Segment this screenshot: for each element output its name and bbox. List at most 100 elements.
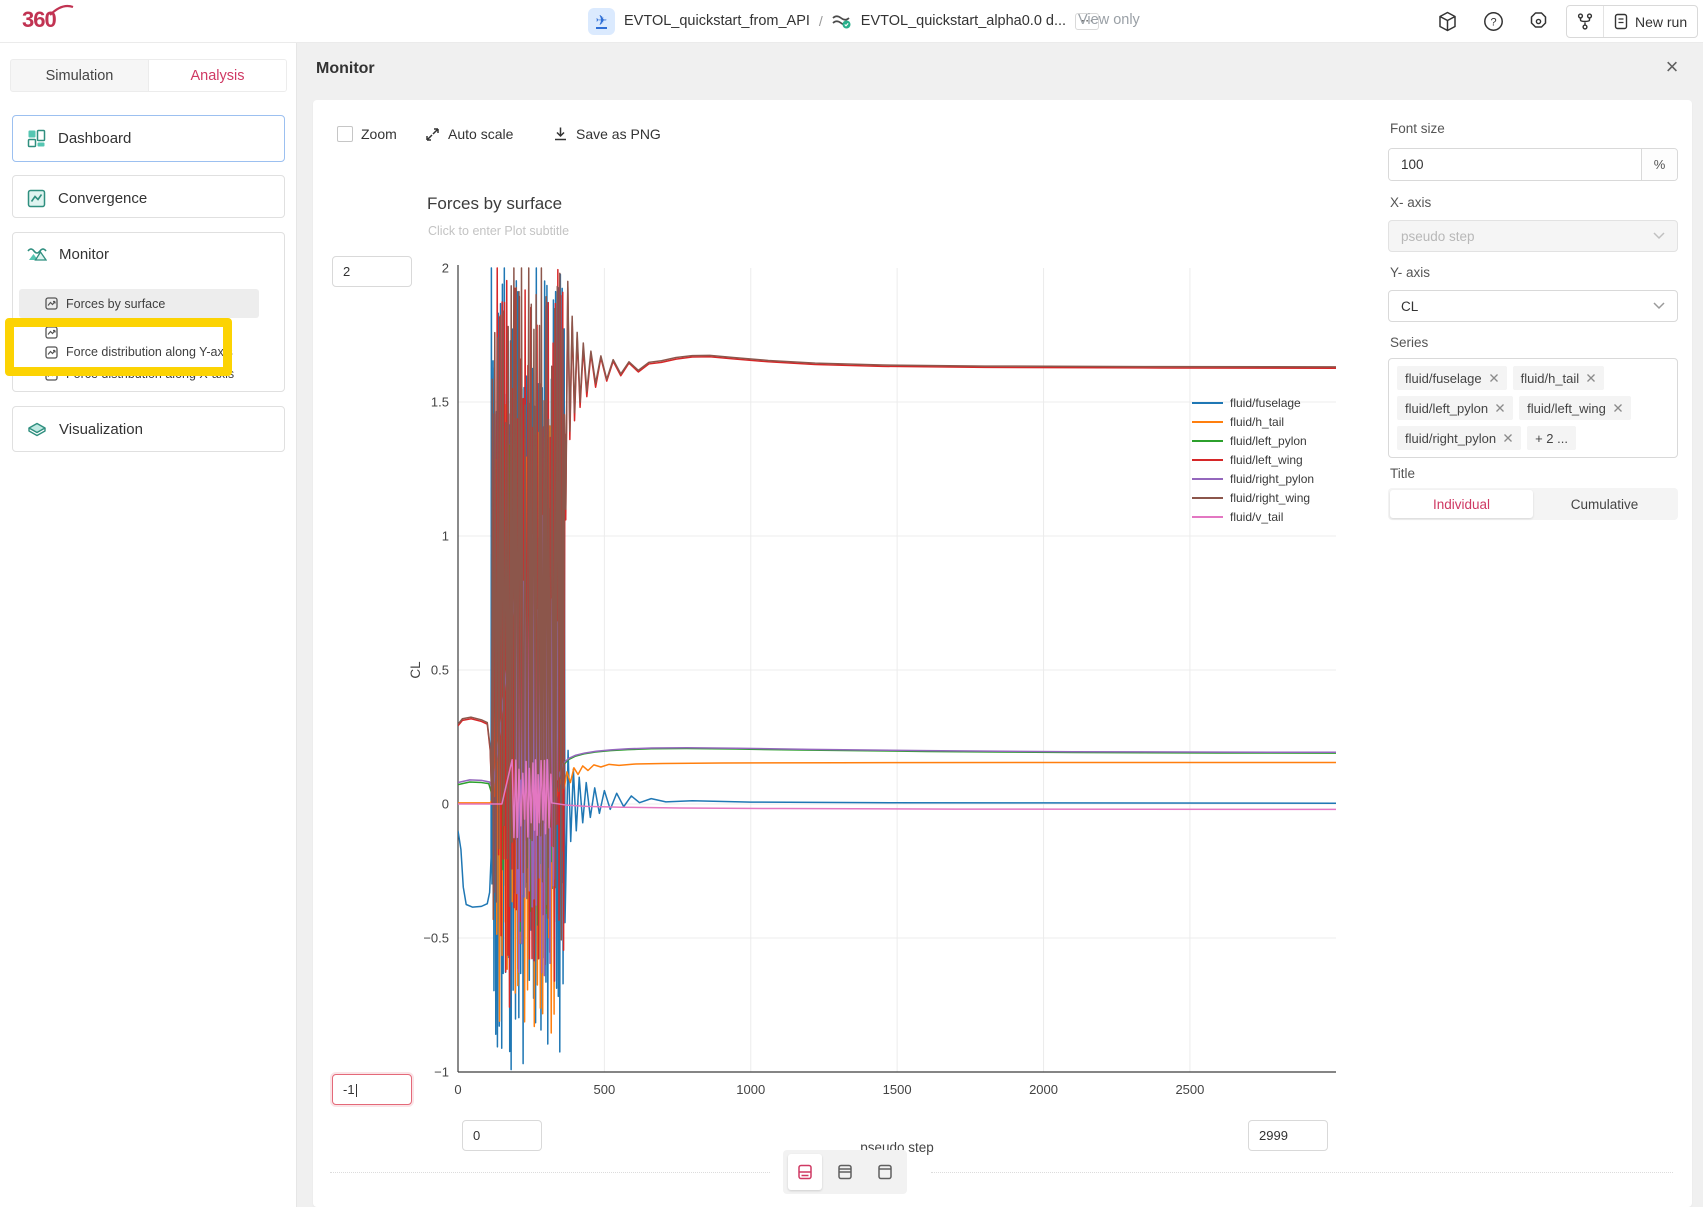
plots-per-row-toggle — [783, 1150, 907, 1194]
series-chip-label: fluid/fuselage — [1405, 371, 1482, 386]
plot-icon — [45, 368, 58, 381]
x-min-input[interactable] — [462, 1120, 542, 1151]
series-chip-label: fluid/left_wing — [1527, 401, 1606, 416]
dashboard-icon — [27, 129, 46, 148]
chart-title[interactable]: Forces by surface — [427, 194, 562, 214]
document-icon — [1614, 13, 1628, 30]
x-axis-select: pseudo step — [1388, 220, 1678, 252]
text-cursor — [356, 1084, 357, 1097]
settings-icon[interactable] — [1526, 9, 1550, 33]
svg-text:0.5: 0.5 — [431, 663, 449, 678]
layout-two-per-row-button[interactable] — [828, 1154, 862, 1190]
series-chip[interactable]: fluid/left_wing — [1519, 396, 1631, 420]
remove-chip-icon[interactable] — [1495, 403, 1505, 413]
svg-text:500: 500 — [594, 1082, 616, 1097]
sidebar-item-monitor[interactable]: Monitor Forces by surfaceForce distribut… — [12, 232, 285, 392]
monitor-subitem-obscured[interactable] — [19, 321, 259, 343]
monitor-icon — [27, 245, 47, 263]
title-option-individual[interactable]: Individual — [1390, 490, 1533, 518]
monitor-subitem[interactable]: Force distribution along X-axis — [19, 363, 259, 385]
svg-text:2000: 2000 — [1029, 1082, 1058, 1097]
series-chip[interactable]: fluid/right_pylon — [1397, 426, 1521, 450]
fork-icon — [1577, 13, 1593, 30]
top-bar: 360 ✈ EVTOL_quickstart_from_API / EVTOL_… — [0, 0, 1703, 43]
sidebar-item-dashboard[interactable]: Dashboard — [12, 115, 285, 162]
layout-one-per-row-button[interactable] — [788, 1154, 822, 1190]
zoom-checkbox[interactable] — [337, 126, 353, 142]
svg-text:−0.5: −0.5 — [423, 931, 449, 946]
app-logo[interactable]: 360 — [22, 7, 56, 33]
remove-chip-icon[interactable] — [1489, 373, 1499, 383]
divider — [330, 1172, 770, 1173]
fork-button[interactable] — [1567, 6, 1603, 37]
series-chip-label: + 2 ... — [1535, 431, 1568, 446]
panel-title: Monitor — [316, 60, 375, 78]
title-option-cumulative[interactable]: Cumulative — [1533, 490, 1676, 518]
series-chip[interactable]: fluid/h_tail — [1513, 366, 1605, 390]
auto-scale-button[interactable]: Auto scale — [425, 126, 513, 142]
chart-subtitle-placeholder[interactable]: Click to enter Plot subtitle — [428, 224, 569, 238]
close-icon[interactable]: × — [1660, 54, 1684, 78]
monitor-subitem[interactable]: Forces by surface — [19, 289, 259, 318]
font-size-group: % — [1388, 148, 1678, 181]
chart-legend: fluid/fuselagefluid/h_tailfluid/left_pyl… — [1192, 393, 1314, 526]
chart-plot[interactable]: 21.510.50−0.5−105001000150020002500CL — [400, 252, 1345, 1112]
svg-text:0: 0 — [442, 797, 449, 812]
series-label: Series — [1390, 335, 1428, 350]
tab-analysis[interactable]: Analysis — [148, 60, 286, 91]
svg-text:1.5: 1.5 — [431, 395, 449, 410]
svg-text:1500: 1500 — [883, 1082, 912, 1097]
legend-swatch — [1192, 421, 1223, 423]
monitor-subitem[interactable]: Force distribution along Y-axis — [19, 341, 259, 363]
tab-simulation[interactable]: Simulation — [11, 60, 148, 91]
visualization-icon — [27, 420, 47, 438]
legend-label: fluid/left_pylon — [1230, 434, 1307, 448]
svg-text:−1: −1 — [434, 1065, 449, 1080]
package-icon[interactable] — [1435, 9, 1459, 33]
convergence-label: Convergence — [58, 190, 147, 207]
legend-swatch — [1192, 516, 1223, 518]
y-axis-select[interactable]: CL — [1388, 290, 1678, 322]
save-png-button[interactable]: Save as PNG — [553, 126, 661, 142]
view-only-badge: View only — [1078, 12, 1140, 28]
series-chip[interactable]: fluid/left_pylon — [1397, 396, 1513, 420]
font-size-input[interactable] — [1389, 149, 1641, 180]
sidebar-tabs: Simulation Analysis — [10, 59, 287, 92]
x-axis-label: X- axis — [1390, 195, 1431, 210]
svg-text:?: ? — [1490, 16, 1496, 28]
legend-label: fluid/right_pylon — [1230, 472, 1314, 486]
x-max-input[interactable] — [1248, 1120, 1328, 1151]
breadcrumb-run[interactable]: EVTOL_quickstart_alpha0.0 d... — [861, 13, 1066, 29]
zoom-toggle[interactable]: Zoom — [337, 126, 397, 142]
remove-chip-icon[interactable] — [1586, 373, 1596, 383]
run-actions-group: New run — [1566, 5, 1698, 38]
legend-entry: fluid/left_pylon — [1192, 431, 1314, 450]
legend-swatch — [1192, 497, 1223, 499]
title-label: Title — [1390, 466, 1415, 481]
font-size-unit: % — [1641, 149, 1677, 180]
legend-label: fluid/h_tail — [1230, 415, 1284, 429]
monitor-subitem-label: Force distribution along Y-axis — [66, 345, 233, 359]
legend-entry: fluid/right_pylon — [1192, 469, 1314, 488]
auto-scale-label: Auto scale — [448, 126, 513, 142]
dashboard-label: Dashboard — [58, 130, 131, 147]
new-run-button[interactable]: New run — [1604, 6, 1697, 37]
breadcrumb-project[interactable]: EVTOL_quickstart_from_API — [624, 13, 810, 29]
chevron-down-icon — [1653, 232, 1665, 240]
project-plane-icon[interactable]: ✈ — [588, 8, 615, 35]
series-chip-label: fluid/left_pylon — [1405, 401, 1488, 416]
zoom-label: Zoom — [361, 126, 397, 142]
sidebar-item-visualization[interactable]: Visualization — [12, 406, 285, 452]
visualization-label: Visualization — [59, 421, 143, 438]
legend-entry: fluid/right_wing — [1192, 488, 1314, 507]
help-icon[interactable]: ? — [1481, 9, 1505, 33]
series-chip[interactable]: + 2 ... — [1527, 426, 1576, 450]
series-chip[interactable]: fluid/fuselage — [1397, 366, 1507, 390]
remove-chip-icon[interactable] — [1613, 403, 1623, 413]
series-chip-box[interactable]: fluid/fuselage fluid/h_tail fluid/left_pyl… — [1388, 358, 1678, 458]
sidebar-item-convergence[interactable]: Convergence — [12, 175, 285, 218]
x-axis-value: pseudo step — [1401, 229, 1475, 244]
layout-three-per-row-button[interactable] — [868, 1154, 902, 1190]
remove-chip-icon[interactable] — [1503, 433, 1513, 443]
font-size-label: Font size — [1390, 121, 1445, 136]
